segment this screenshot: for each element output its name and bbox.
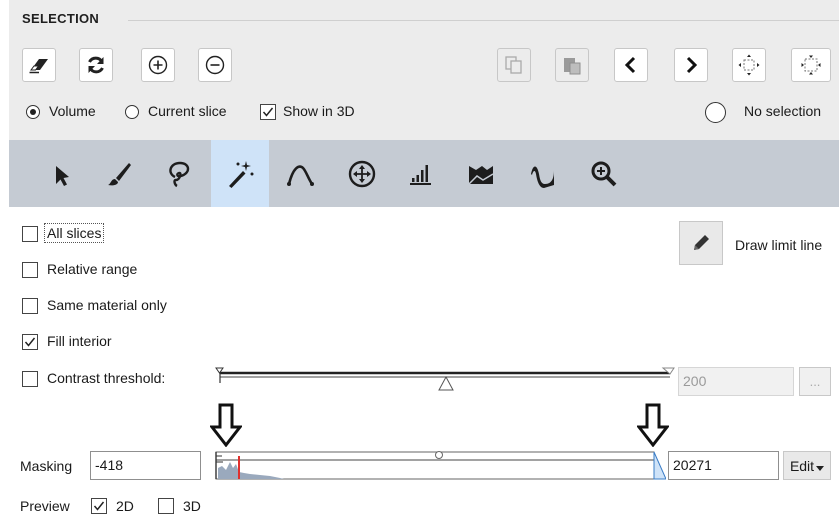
contract-selection-icon [801, 55, 821, 75]
volume-label: Volume [49, 103, 96, 119]
refresh-icon [88, 56, 104, 74]
all-slices-label: All slices [44, 223, 105, 243]
tool-curve[interactable] [271, 140, 329, 207]
tool-zoom[interactable] [575, 140, 633, 207]
expand-selection-button[interactable] [732, 48, 766, 82]
contrast-threshold-label: Contrast threshold: [47, 370, 166, 386]
threshold-tool-icon [410, 164, 431, 185]
curve-tool-icon [287, 164, 314, 186]
section-divider [128, 20, 839, 21]
masking-min-input[interactable]: -418 [90, 451, 201, 480]
magic-wand-tool-icon [229, 160, 254, 188]
current-slice-label: Current slice [148, 103, 227, 119]
contrast-threshold-checkbox[interactable] [22, 371, 38, 387]
down-arrow-annotation-left [210, 403, 242, 447]
relative-range-checkbox[interactable] [22, 262, 38, 278]
chevron-left-icon [624, 56, 636, 74]
move-tool-icon [348, 160, 376, 187]
show-in-3d-checkbox[interactable] [260, 104, 276, 120]
edit-dropdown-button[interactable]: Edit [783, 451, 831, 480]
brush-tool-icon [108, 162, 131, 185]
pointer-tool-icon [56, 165, 69, 186]
remove-selection-button[interactable] [198, 48, 232, 82]
refresh-button[interactable] [79, 48, 113, 82]
chevron-right-icon [686, 56, 698, 74]
preview-3d-checkbox[interactable] [158, 498, 174, 514]
current-slice-radio[interactable] [125, 105, 139, 119]
tool-lasso[interactable] [150, 140, 208, 207]
down-arrow-annotation-right [637, 403, 669, 447]
draw-limit-line-button[interactable] [679, 221, 723, 265]
masking-max-input[interactable]: 20271 [668, 451, 779, 480]
no-selection-indicator [705, 102, 726, 123]
all-slices-checkbox[interactable] [22, 226, 38, 242]
pencil-icon [694, 235, 709, 250]
fill-interior-checkbox[interactable] [22, 334, 38, 350]
contrast-more-button[interactable]: ... [799, 367, 831, 396]
checkmark-icon [93, 501, 105, 511]
tool-pointer[interactable] [32, 140, 90, 207]
minus-circle-icon [205, 55, 225, 75]
tool-region[interactable] [452, 140, 510, 207]
section-title: SELECTION [22, 11, 100, 26]
fill-tool-icon [531, 166, 554, 188]
eraser-icon [29, 59, 48, 74]
contrast-slider-graphic [215, 367, 675, 391]
chevron-down-icon [816, 465, 825, 471]
add-selection-button[interactable] [141, 48, 175, 82]
paste-button[interactable] [555, 48, 589, 82]
copy-button[interactable] [497, 48, 531, 82]
region-tool-icon [468, 165, 494, 185]
checkmark-icon [262, 107, 274, 117]
masking-label: Masking [20, 458, 73, 474]
preview-2d-checkbox[interactable] [91, 498, 107, 514]
zoom-tool-icon [591, 161, 617, 186]
same-material-only-label: Same material only [47, 297, 167, 313]
no-selection-label: No selection [744, 103, 822, 119]
same-material-only-checkbox[interactable] [22, 298, 38, 314]
volume-radio[interactable] [26, 105, 40, 119]
lasso-tool-icon [169, 161, 190, 187]
contrast-threshold-slider[interactable] [214, 365, 676, 393]
previous-button[interactable] [614, 48, 648, 82]
tool-magic-wand[interactable] [211, 140, 269, 207]
tool-threshold[interactable] [391, 140, 449, 207]
expand-selection-icon [738, 54, 760, 76]
tool-move[interactable] [333, 140, 391, 207]
checkmark-icon [24, 337, 36, 347]
tool-fill[interactable] [514, 140, 572, 207]
tool-brush[interactable] [90, 140, 148, 207]
preview-3d-label: 3D [183, 498, 201, 514]
clear-selection-button[interactable] [22, 48, 56, 82]
contract-selection-button[interactable] [791, 48, 831, 82]
contrast-threshold-input[interactable]: 200 [678, 367, 794, 396]
relative-range-label: Relative range [47, 261, 138, 277]
copy-icon [505, 56, 522, 74]
preview-label: Preview [20, 498, 70, 514]
plus-circle-icon [148, 55, 168, 75]
masking-range-slider[interactable] [214, 448, 667, 482]
show-in-3d-label: Show in 3D [283, 103, 355, 119]
next-button[interactable] [674, 48, 708, 82]
draw-limit-line-label: Draw limit line [735, 237, 823, 253]
edit-button-label: Edit [789, 457, 815, 474]
paste-icon [564, 58, 581, 75]
preview-2d-label: 2D [116, 498, 134, 514]
fill-interior-label: Fill interior [47, 333, 112, 349]
masking-histogram [215, 451, 667, 480]
